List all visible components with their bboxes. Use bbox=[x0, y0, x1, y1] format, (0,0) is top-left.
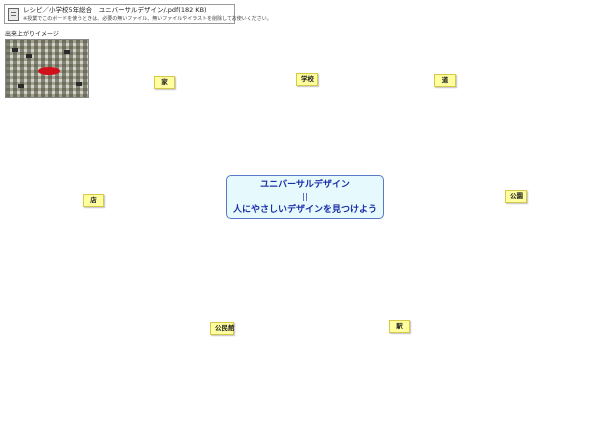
thumbnail-photo bbox=[76, 82, 82, 86]
thumbnail-photo bbox=[26, 54, 32, 58]
preview-label: 出来上がりイメージ bbox=[5, 31, 59, 38]
word-card-gakkou[interactable]: 学校 bbox=[296, 73, 318, 86]
thumbnail-photo bbox=[18, 84, 24, 88]
center-topic-separator: || bbox=[302, 192, 308, 201]
center-topic-title: ユニバーサルデザイン bbox=[260, 180, 350, 190]
word-card-kouminkan[interactable]: 公民館 bbox=[210, 322, 235, 335]
thumbnail-photo bbox=[12, 48, 18, 52]
document-icon bbox=[8, 8, 19, 21]
center-topic-card[interactable]: ユニバーサルデザイン || 人にやさしいデザインを見つけよう bbox=[226, 175, 384, 219]
word-card-eki[interactable]: 駅 bbox=[389, 320, 410, 333]
attachment-note: ※授業でこのボードを使うときは、必要の無いファイル、無いファイルやイラストを削除… bbox=[23, 16, 272, 22]
word-card-michi[interactable]: 道 bbox=[434, 74, 456, 87]
preview-thumbnail[interactable] bbox=[5, 39, 89, 98]
word-card-kouen[interactable]: 公園 bbox=[505, 190, 527, 203]
attachment-file-link[interactable]: レシピ／小学校5年総合 ユニバーサルデザイン/.pdf(182 KB) bbox=[23, 6, 207, 15]
word-card-mise[interactable]: 店 bbox=[83, 194, 104, 207]
word-card-ie[interactable]: 家 bbox=[154, 76, 175, 89]
attachment-bar[interactable]: レシピ／小学校5年総合 ユニバーサルデザイン/.pdf(182 KB) ※授業で… bbox=[4, 4, 272, 24]
thumbnail-center-marker bbox=[38, 67, 60, 75]
center-topic-subtitle: 人にやさしいデザインを見つけよう bbox=[232, 205, 377, 215]
thumbnail-photo bbox=[64, 50, 70, 54]
